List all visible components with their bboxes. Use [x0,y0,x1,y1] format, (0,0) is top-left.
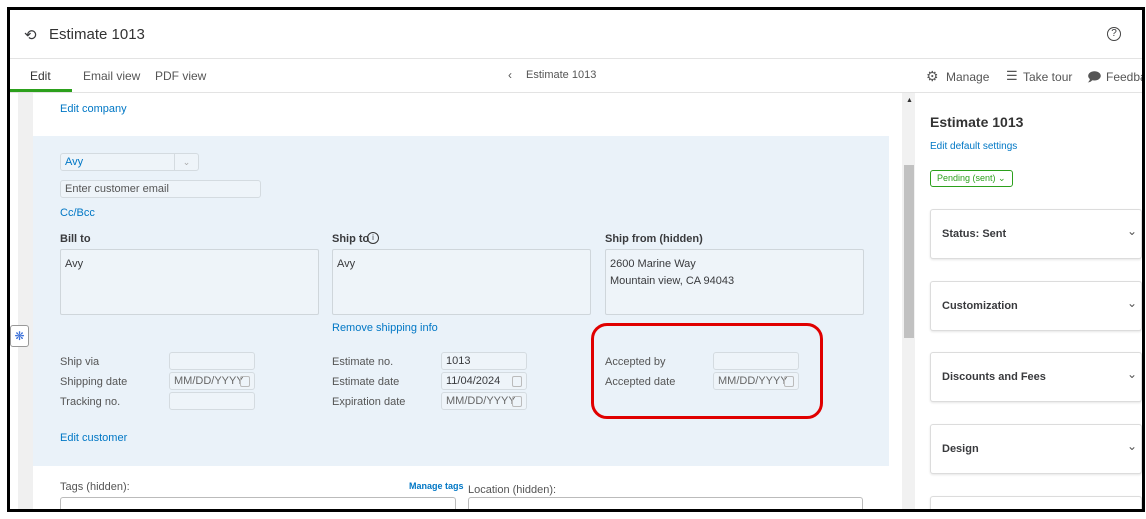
scroll-up-icon[interactable]: ▲ [906,97,913,104]
feedback-button[interactable]: Feedba [1106,70,1142,84]
ship-to-field[interactable]: Avy [332,249,591,315]
tags-input[interactable] [60,497,456,509]
customer-email-input[interactable]: Enter customer email [60,180,261,198]
tab-pdf-view[interactable]: PDF view [155,69,206,83]
expiration-date-label: Expiration date [332,396,406,408]
widget-icon[interactable]: ❋ [10,325,29,347]
ship-from-field[interactable]: 2600 Marine Way Mountain view, CA 94043 [605,249,864,315]
bill-to-label: Bill to [60,233,91,245]
info-icon[interactable]: i [367,232,379,244]
ship-to-label: Ship to [332,233,370,245]
help-icon[interactable]: ? [1107,27,1121,41]
estimate-date-input[interactable]: 11/04/2024 [441,372,527,390]
feedback-icon: 🗩 [1087,69,1102,84]
gear-icon: ⚙ [926,68,939,84]
sidebar-title: Estimate 1013 [930,114,1024,130]
estimate-date-label: Estimate date [332,376,400,388]
history-icon[interactable]: ⟲ [24,26,37,44]
section-discounts-fees[interactable]: Discounts and Fees ⌄ [930,352,1142,402]
bill-to-field[interactable]: Avy [60,249,319,315]
calendar-icon [512,396,522,407]
tour-icon: ☰ [1006,68,1018,83]
nav-estimate[interactable]: Estimate 1013 [526,69,596,81]
expiration-date-input[interactable]: MM/DD/YYYY [441,392,527,410]
chevron-down-icon: ⌄ [1126,439,1137,453]
shipping-date-label: Shipping date [60,376,128,388]
tab-email-view[interactable]: Email view [83,69,140,83]
section-customization[interactable]: Customization ⌄ [930,281,1142,331]
chevron-down-icon: ⌄ [1126,296,1137,310]
chevron-down-icon: ⌄ [1126,224,1137,238]
section-more[interactable] [930,496,1142,509]
highlight-box [591,323,823,419]
window: ⟲ Estimate 1013 ? Edit Email view PDF vi… [7,7,1145,512]
ccbcc-link[interactable]: Cc/Bcc [60,207,95,219]
calendar-icon [240,376,250,387]
estimate-no-input[interactable]: 1013 [441,352,527,370]
scrollbar-thumb[interactable] [904,165,914,338]
edit-default-settings-link[interactable]: Edit default settings [930,141,1017,152]
manage-button[interactable]: Manage [946,70,989,84]
chevron-down-icon: ⌄ [1126,367,1137,381]
customer-select[interactable]: Avy ⌄ [60,153,199,171]
ship-via-input[interactable] [169,352,255,370]
location-label: Location (hidden): [468,484,557,496]
tracking-no-input[interactable] [169,392,255,410]
edit-customer-link[interactable]: Edit customer [60,432,127,444]
prev-chevron-icon[interactable]: ‹ [508,68,512,82]
chevron-down-icon: ⌄ [174,154,198,170]
status-badge[interactable]: Pending (sent) ⌄ [930,170,1013,187]
estimate-no-label: Estimate no. [332,356,394,368]
page-title: Estimate 1013 [49,26,145,43]
calendar-icon [512,376,522,387]
manage-tags-link[interactable]: Manage tags [409,481,464,491]
tracking-no-label: Tracking no. [60,396,121,408]
section-design[interactable]: Design ⌄ [930,424,1142,474]
ship-via-label: Ship via [60,356,100,368]
location-select[interactable] [468,497,863,509]
shipping-date-input[interactable]: MM/DD/YYYY [169,372,255,390]
ship-from-label: Ship from (hidden) [605,233,703,245]
tags-label: Tags (hidden): [60,481,130,493]
take-tour-button[interactable]: Take tour [1023,70,1072,84]
section-status[interactable]: Status: Sent ⌄ [930,209,1142,259]
tab-edit[interactable]: Edit [30,69,51,83]
remove-shipping-link[interactable]: Remove shipping info [332,322,438,334]
edit-company-link[interactable]: Edit company [60,103,127,115]
